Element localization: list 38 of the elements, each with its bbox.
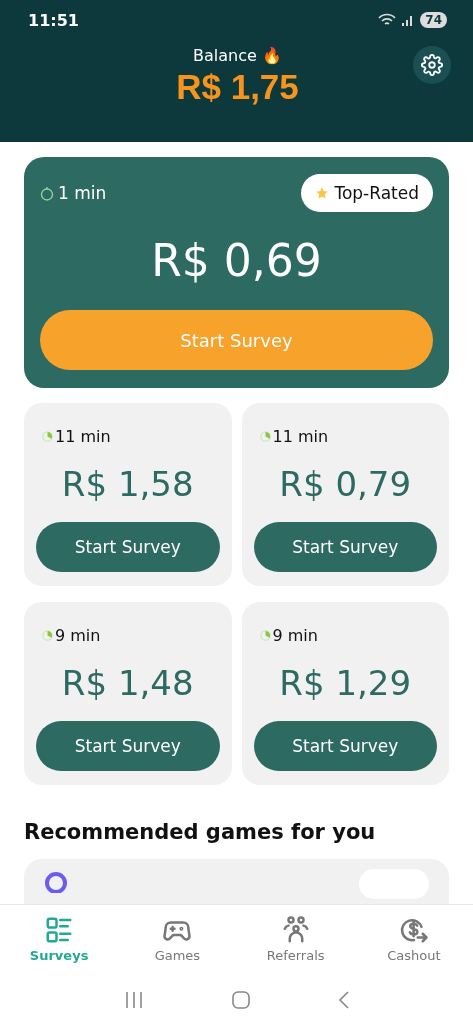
timer-icon — [42, 431, 53, 442]
nav-tab[interactable]: Cashout — [354, 905, 473, 975]
home-icon[interactable] — [230, 989, 251, 1010]
timer-icon — [259, 630, 271, 641]
star-icon — [315, 186, 330, 200]
balance-label: Balance 🔥 — [193, 46, 282, 65]
timer-icon — [40, 185, 54, 201]
survey-duration: 1 min — [58, 183, 107, 203]
section-heading: Recommended games for you — [24, 820, 377, 844]
timer-icon — [259, 431, 271, 442]
start-survey-button[interactable]: Start Survey — [36, 522, 220, 572]
top-rated-badge: Top-Rated — [301, 174, 433, 212]
battery-level: 74 — [420, 12, 447, 28]
nav-tab[interactable]: Games — [118, 905, 237, 975]
logo-icon — [44, 869, 68, 893]
survey-duration: 11 min — [272, 427, 329, 446]
start-survey-button[interactable]: Start Survey — [253, 522, 437, 572]
back-icon[interactable] — [337, 989, 350, 1010]
settings-icon — [421, 54, 443, 76]
start-survey-button[interactable]: Start Survey — [253, 721, 437, 771]
nav-tab[interactable]: Referrals — [236, 905, 355, 975]
timer-icon — [42, 630, 53, 641]
nav-tab[interactable]: Surveys — [0, 905, 119, 975]
survey-duration: 11 min — [55, 427, 111, 446]
wifi-icon — [378, 13, 397, 27]
survey-reward: R$ 0,79 — [278, 464, 413, 504]
signal-icon — [402, 14, 415, 26]
survey-reward: R$ 1,58 — [60, 464, 195, 504]
survey-duration: 9 min — [55, 626, 101, 645]
recent-apps-icon[interactable] — [123, 990, 144, 1009]
balance-amount: R$ 1,75 — [176, 67, 299, 107]
status-time: 11:51 — [28, 10, 79, 30]
survey-reward: R$ 1,48 — [60, 663, 195, 703]
survey-reward: R$ 1,29 — [278, 663, 413, 703]
survey-reward: R$ 0,69 — [150, 235, 323, 286]
settings-button[interactable] — [413, 46, 451, 84]
start-survey-button[interactable]: Start Survey — [36, 721, 220, 771]
survey-duration: 9 min — [272, 626, 318, 645]
